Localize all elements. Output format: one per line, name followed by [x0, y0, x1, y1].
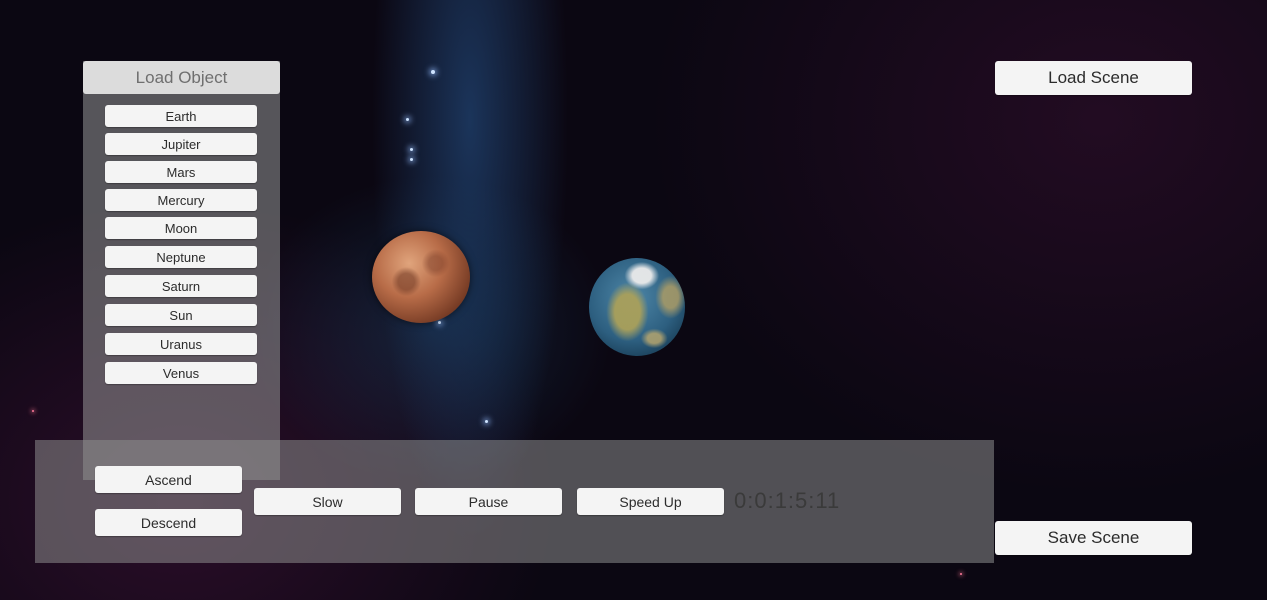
- earth-planet[interactable]: [589, 258, 685, 356]
- load-jupiter-button[interactable]: Jupiter: [105, 133, 257, 155]
- load-sun-button[interactable]: Sun: [105, 304, 257, 326]
- load-saturn-button[interactable]: Saturn: [105, 275, 257, 297]
- load-moon-button[interactable]: Moon: [105, 217, 257, 239]
- load-neptune-button[interactable]: Neptune: [105, 246, 257, 268]
- star: [485, 420, 488, 423]
- save-scene-button[interactable]: Save Scene: [995, 521, 1192, 555]
- load-uranus-button[interactable]: Uranus: [105, 333, 257, 355]
- load-mars-button[interactable]: Mars: [105, 161, 257, 183]
- load-object-panel: Load Object Earth Jupiter Mars Mercury M…: [83, 61, 280, 480]
- mars-planet[interactable]: [372, 231, 470, 323]
- star: [32, 410, 34, 412]
- star: [438, 321, 441, 324]
- load-scene-button[interactable]: Load Scene: [995, 61, 1192, 95]
- slow-button[interactable]: Slow: [254, 488, 401, 515]
- speed-up-button[interactable]: Speed Up: [577, 488, 724, 515]
- simulation-timer: 0:0:1:5:11: [734, 488, 841, 513]
- star: [960, 573, 962, 575]
- ascend-button[interactable]: Ascend: [95, 466, 242, 493]
- load-mercury-button[interactable]: Mercury: [105, 189, 257, 211]
- star: [406, 118, 409, 121]
- star: [431, 70, 435, 74]
- pause-button[interactable]: Pause: [415, 488, 562, 515]
- star: [410, 148, 413, 151]
- descend-button[interactable]: Descend: [95, 509, 242, 536]
- load-object-header[interactable]: Load Object: [83, 61, 280, 94]
- load-venus-button[interactable]: Venus: [105, 362, 257, 384]
- load-earth-button[interactable]: Earth: [105, 105, 257, 127]
- star: [410, 158, 413, 161]
